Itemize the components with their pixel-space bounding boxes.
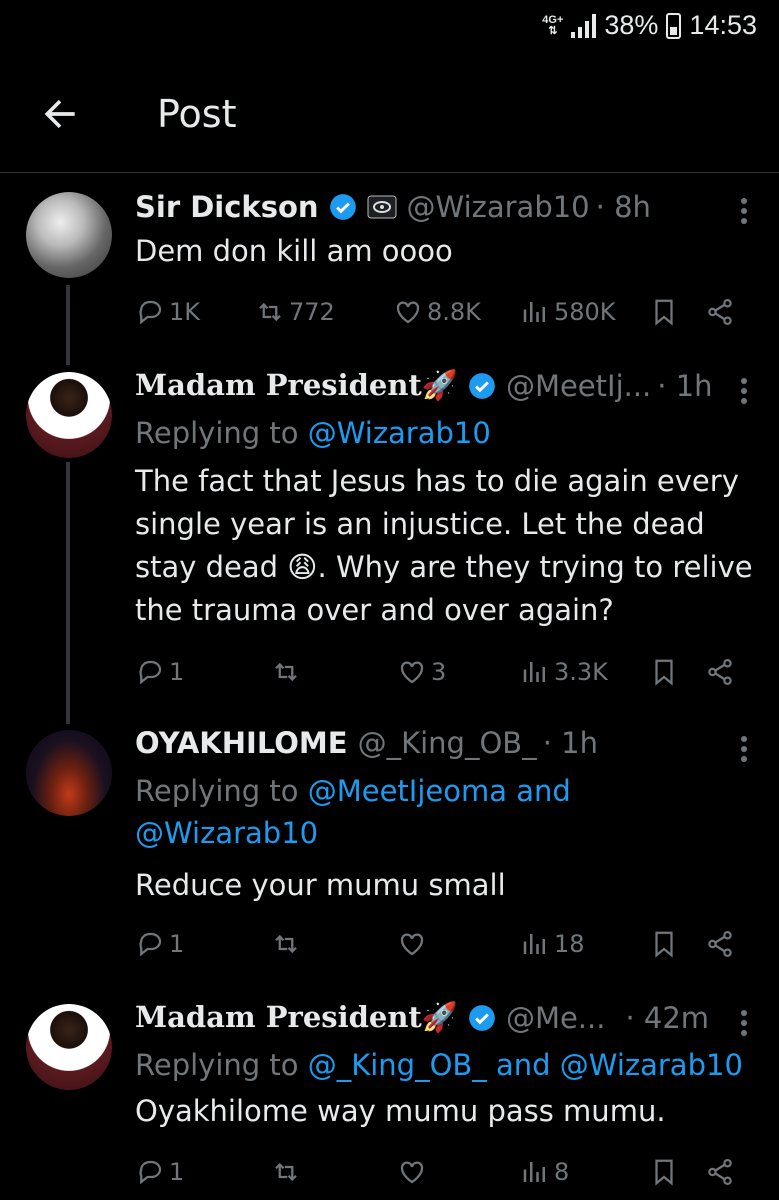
heart-icon	[400, 661, 424, 684]
views-icon	[523, 1162, 545, 1182]
tweet-actions: 1 18	[135, 924, 745, 964]
timestamp: · 42m	[625, 1000, 710, 1035]
timestamp: · 8h	[595, 190, 651, 224]
repost-button[interactable]	[271, 924, 305, 964]
views-icon	[523, 302, 545, 322]
replying-to: Replying to @Wizarab10	[135, 416, 491, 450]
like-button[interactable]	[397, 1152, 431, 1192]
repost-button[interactable]: 772	[255, 292, 335, 332]
handle[interactable]: @MeetIj...	[506, 369, 651, 403]
avatar[interactable]	[26, 372, 112, 458]
post-header: Post	[0, 60, 779, 173]
share-icon	[708, 931, 732, 957]
affiliate-badge-icon	[367, 195, 397, 219]
views-button[interactable]: 3.3K	[520, 652, 608, 692]
share-button[interactable]	[705, 292, 735, 332]
bookmark-button[interactable]	[649, 652, 679, 692]
replying-to: Replying to @MeetIjeoma and @Wizarab10	[135, 774, 571, 850]
share-icon	[708, 659, 732, 685]
tweet-text: Reduce your mumu small	[135, 868, 506, 902]
heart-icon	[396, 301, 420, 324]
like-button[interactable]: 8.8K	[393, 292, 481, 332]
reply-icon	[139, 300, 162, 325]
bookmark-button[interactable]	[649, 924, 679, 964]
reply-button[interactable]: 1	[135, 924, 184, 964]
repost-button[interactable]	[271, 652, 305, 692]
share-icon	[708, 1159, 732, 1185]
bookmark-button[interactable]	[649, 292, 679, 332]
page-title: Post	[157, 92, 237, 136]
like-button[interactable]	[397, 924, 431, 964]
display-name[interactable]: Madam President🚀	[135, 1000, 458, 1035]
signal-icon	[571, 13, 597, 38]
reply-icon	[139, 1160, 162, 1185]
tweet[interactable]: Madam President🚀 @MeetIj... · 1h Replyin…	[0, 362, 779, 712]
avatar[interactable]	[26, 730, 112, 816]
repost-icon	[275, 1162, 297, 1182]
more-options-icon[interactable]	[739, 374, 749, 408]
display-name[interactable]: Madam President🚀	[135, 368, 458, 403]
back-arrow-icon[interactable]	[38, 92, 82, 136]
views-icon	[523, 662, 545, 682]
like-button[interactable]: 3	[397, 652, 446, 692]
bookmark-icon	[655, 299, 673, 326]
views-button[interactable]: 580K	[520, 292, 616, 332]
reply-to-link[interactable]: @Wizarab10	[308, 416, 491, 450]
tweet[interactable]: Madam President🚀 @Me... · 42m Replying t…	[0, 994, 779, 1200]
battery-percent: 38%	[604, 10, 659, 40]
handle[interactable]: @Wizarab10	[407, 190, 590, 224]
share-button[interactable]	[705, 924, 735, 964]
bookmark-icon	[655, 931, 673, 958]
verified-badge-icon	[469, 1004, 495, 1031]
handle[interactable]: @_King_OB_	[358, 726, 537, 760]
views-icon	[523, 934, 545, 954]
tweet[interactable]: OYAKHILOME @_King_OB_ · 1h Replying to @…	[0, 720, 779, 990]
display-name[interactable]: OYAKHILOME	[135, 726, 348, 760]
views-button[interactable]: 18	[520, 924, 585, 964]
replying-to: Replying to @_King_OB_ and @Wizarab10	[135, 1048, 743, 1082]
avatar[interactable]	[26, 1004, 112, 1090]
share-button[interactable]	[705, 652, 735, 692]
heart-icon	[400, 1161, 424, 1184]
repost-icon	[275, 934, 297, 954]
reply-button[interactable]: 1K	[135, 292, 200, 332]
display-name[interactable]: Sir Dickson	[135, 190, 319, 224]
tweet-actions: 1K 772 8.8K 580K	[135, 292, 745, 332]
verified-badge-icon	[469, 372, 495, 399]
tweet-actions: 1 3 3.3K	[135, 652, 745, 692]
heart-icon	[400, 933, 424, 956]
avatar[interactable]	[26, 192, 112, 278]
reply-button[interactable]: 1	[135, 1152, 184, 1192]
tweet-text: The fact that Jesus has to die again eve…	[135, 464, 753, 627]
network-indicator: 4G+ ⇅	[542, 13, 564, 37]
status-bar: 4G+ ⇅ 38% 14:53	[0, 0, 779, 60]
more-options-icon[interactable]	[739, 1006, 749, 1040]
repost-icon	[259, 302, 281, 322]
share-button[interactable]	[705, 1152, 735, 1192]
reply-icon	[139, 660, 162, 685]
repost-icon	[275, 662, 297, 682]
bookmark-icon	[655, 1159, 673, 1186]
tweet-text: Dem don kill am oooo	[135, 234, 453, 268]
handle[interactable]: @Me...	[506, 1001, 606, 1035]
tweet[interactable]: Sir Dickson @Wizarab10 · 8h Dem don kill…	[0, 172, 779, 362]
reply-button[interactable]: 1	[135, 652, 184, 692]
timestamp: · 1h	[542, 726, 598, 760]
reply-to-link[interactable]: @_King_OB_ and @Wizarab10	[308, 1048, 743, 1082]
views-button[interactable]: 8	[520, 1152, 569, 1192]
verified-badge-icon	[329, 194, 356, 220]
battery-icon	[666, 12, 682, 39]
tweet-text: Oyakhilome way mumu pass mumu.	[135, 1094, 666, 1128]
tweet-actions: 1 8	[135, 1152, 745, 1192]
timestamp: · 1h	[657, 368, 713, 403]
more-options-icon[interactable]	[739, 732, 749, 766]
repost-button[interactable]	[271, 1152, 305, 1192]
reply-icon	[139, 932, 162, 957]
share-icon	[708, 299, 732, 325]
bookmark-icon	[655, 659, 673, 686]
more-options-icon[interactable]	[739, 194, 749, 228]
bookmark-button[interactable]	[649, 1152, 679, 1192]
clock: 14:53	[689, 10, 757, 40]
